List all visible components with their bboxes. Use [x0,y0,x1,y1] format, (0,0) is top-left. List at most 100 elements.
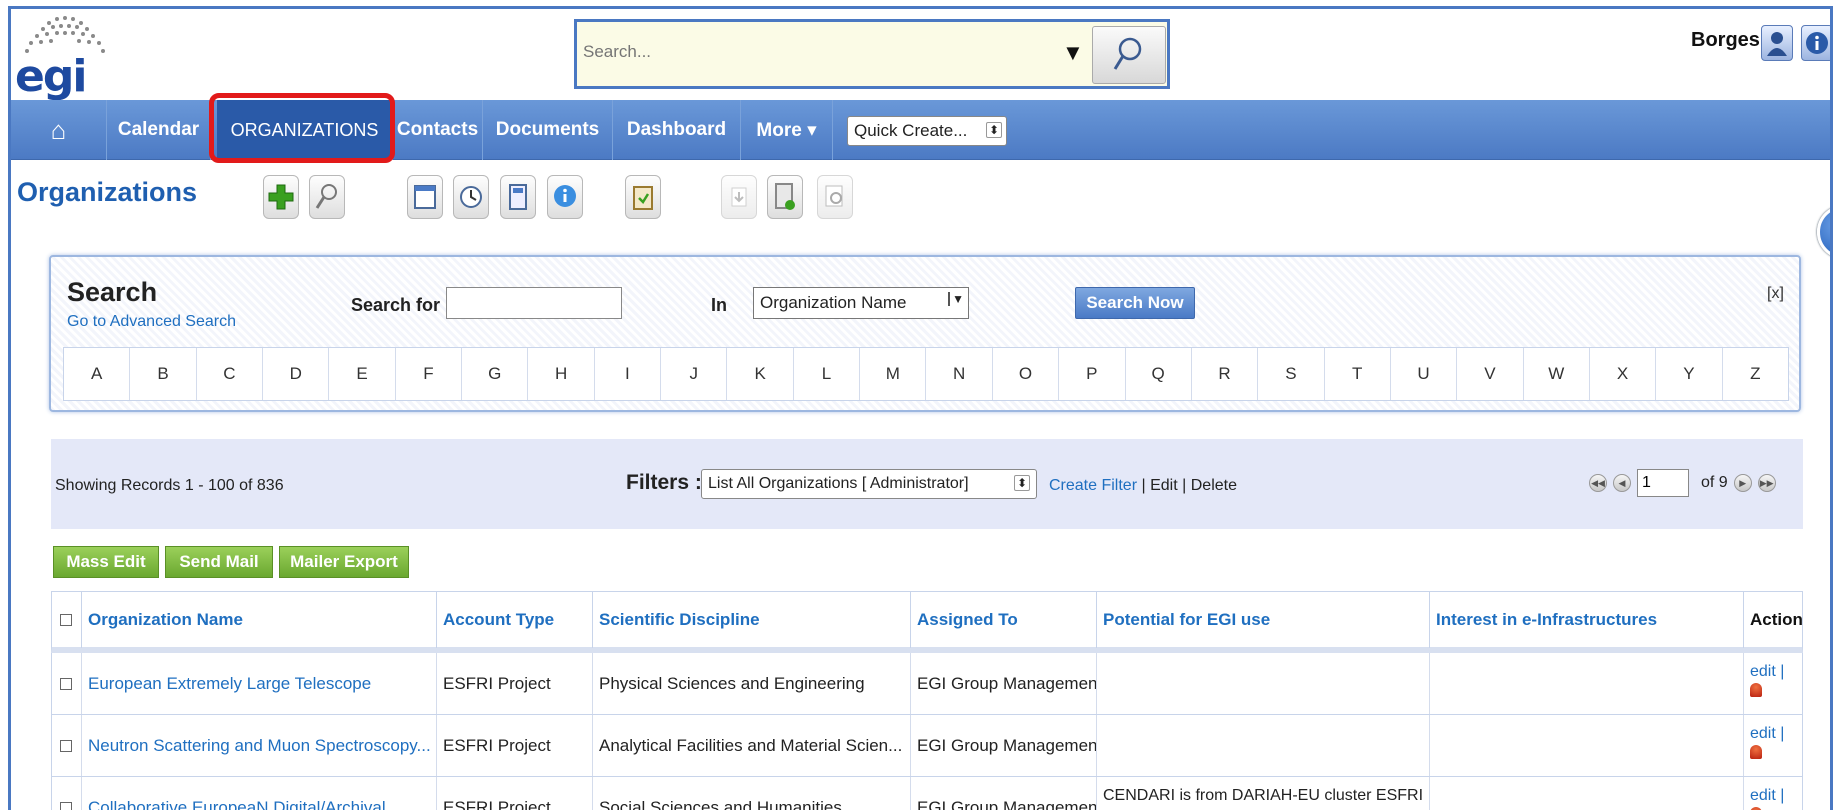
clock-button[interactable] [453,175,489,219]
organization-name-link[interactable]: Neutron Scattering and Muon Spectroscopy… [82,715,437,776]
advanced-search-link[interactable]: Go to Advanced Search [67,313,236,331]
egi-logo[interactable]: egi [15,11,115,99]
letter-s[interactable]: S [1258,348,1325,400]
info-icon[interactable] [1801,25,1830,61]
page-number-input[interactable] [1637,469,1689,497]
row-checkbox[interactable] [60,739,72,752]
potential-cell [1097,653,1430,714]
col-assigned-to[interactable]: Assigned To [911,592,1097,648]
account-type-cell: ESFRI Project [437,777,593,810]
find-duplicates-button[interactable] [817,175,853,219]
account-type-cell: ESFRI Project [437,715,593,776]
filter-select[interactable]: List All Organizations [ Administrator] … [701,469,1037,499]
search-field-select[interactable]: Organization Name ▼ [753,287,969,319]
letter-o[interactable]: O [993,348,1060,400]
col-potential-egi-use[interactable]: Potential for EGI use [1097,592,1430,648]
nav-item-documents[interactable]: Documents [483,100,613,160]
letter-h[interactable]: H [528,348,595,400]
nav-item-dashboard[interactable]: Dashboard [613,100,741,160]
calendar-button[interactable] [407,175,443,219]
help-icon[interactable]: ? [1817,205,1830,259]
organization-name-link[interactable]: European Extremely Large Telescope [82,653,437,714]
nav-item-more[interactable]: More ▾ [741,100,833,160]
table-header: Organization Name Account Type Scientifi… [51,591,1803,653]
select-all-cell [52,592,82,648]
row-checkbox[interactable] [60,677,72,690]
download-icon [731,187,747,207]
user-profile-icon[interactable] [1761,25,1793,61]
nav-item-calendar[interactable]: Calendar [107,100,211,160]
letter-b[interactable]: B [130,348,197,400]
global-search-button[interactable] [1092,26,1166,84]
delete-icon[interactable] [1750,745,1762,759]
letter-y[interactable]: Y [1656,348,1723,400]
letter-p[interactable]: P [1059,348,1126,400]
letter-u[interactable]: U [1391,348,1458,400]
action-cell: edit | [1744,653,1804,714]
table-row: Neutron Scattering and Muon Spectroscopy… [51,715,1803,777]
nav-home-icon[interactable]: ⌂ [11,100,107,160]
col-organization-name[interactable]: Organization Name [82,592,437,648]
select-arrow-icon: ▼ [948,292,964,306]
col-interest-e-infrastructures[interactable]: Interest in e-Infrastructures [1430,592,1744,648]
quick-create-select[interactable]: Quick Create... ⬍ [847,116,1007,146]
edit-link[interactable]: edit | [1750,725,1784,743]
delete-icon[interactable] [1750,683,1762,697]
first-page-icon[interactable]: ◀◀ [1589,474,1607,492]
letter-t[interactable]: T [1325,348,1391,400]
letter-k[interactable]: K [727,348,794,400]
mailer-export-button[interactable]: Mailer Export [279,546,409,578]
delete-filter-link[interactable]: Delete [1191,477,1237,494]
calculator-button[interactable] [500,175,536,219]
search-records-button[interactable] [309,175,345,219]
organization-name-link[interactable]: Collaborative EuropeaN Digital/Archival … [82,777,437,810]
letter-w[interactable]: W [1524,348,1590,400]
search-dropdown-arrow-icon[interactable]: ▼ [1062,40,1084,66]
col-account-type[interactable]: Account Type [437,592,593,648]
letter-g[interactable]: G [462,348,529,400]
previous-page-icon[interactable]: ◀ [1613,474,1631,492]
search-now-button[interactable]: Search Now [1075,287,1195,319]
letter-d[interactable]: D [263,348,330,400]
letter-r[interactable]: R [1192,348,1259,400]
letter-x[interactable]: X [1590,348,1657,400]
edit-link[interactable]: edit | [1750,787,1784,805]
letter-q[interactable]: Q [1126,348,1192,400]
row-checkbox[interactable] [60,801,72,810]
letter-z[interactable]: Z [1723,348,1788,400]
send-mail-button[interactable]: Send Mail [165,546,273,578]
mass-edit-button[interactable]: Mass Edit [53,546,159,578]
create-filter-link[interactable]: Create Filter [1049,477,1137,494]
nav-item-organizations[interactable]: ORGANIZATIONS [217,100,393,160]
import-button[interactable] [625,175,661,219]
last-page-icon[interactable]: ▶▶ [1757,474,1776,492]
close-search-panel-button[interactable]: [x] [1767,285,1784,303]
letter-a[interactable]: A [64,348,131,400]
letter-f[interactable]: F [396,348,463,400]
letter-v[interactable]: V [1457,348,1524,400]
chat-button[interactable] [547,175,583,219]
export-button[interactable] [721,175,757,219]
col-scientific-discipline[interactable]: Scientific Discipline [593,592,911,648]
global-search-input[interactable] [583,42,1063,62]
filter-select-value: List All Organizations [ Administrator] [708,475,969,492]
letter-m[interactable]: M [860,348,927,400]
clock-icon [460,186,482,208]
letter-i[interactable]: I [595,348,662,400]
letter-c[interactable]: C [197,348,264,400]
select-all-checkbox[interactable] [60,614,72,626]
nav-item-contacts[interactable]: Contacts [393,100,483,160]
letter-n[interactable]: N [926,348,993,400]
edit-link[interactable]: edit | [1750,663,1784,681]
letter-l[interactable]: L [794,348,861,400]
add-record-button[interactable] [263,175,299,219]
user-name[interactable]: Borges [1691,29,1760,52]
next-page-icon[interactable]: ▶ [1733,474,1752,492]
letter-e[interactable]: E [329,348,396,400]
edit-filter-link[interactable]: Edit [1150,477,1178,494]
assigned-to-cell: EGI Group Management [911,653,1097,714]
search-for-input[interactable] [446,287,622,319]
document-add-icon [775,183,795,210]
new-document-button[interactable] [767,175,803,219]
letter-j[interactable]: J [661,348,728,400]
